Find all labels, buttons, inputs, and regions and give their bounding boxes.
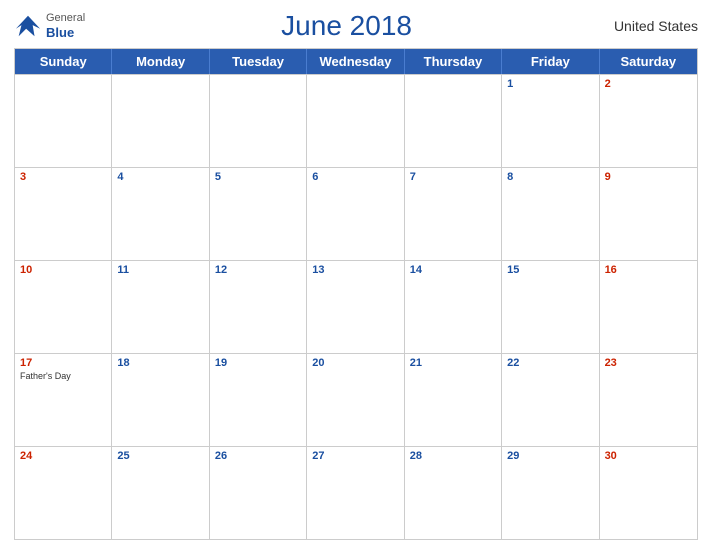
cell-number: 11 [117, 264, 203, 276]
calendar-cell: 23 [600, 354, 697, 446]
week-row-3: 10 11 12 13 14 15 16 [15, 260, 697, 353]
day-headers-row: Sunday Monday Tuesday Wednesday Thursday… [15, 49, 697, 74]
calendar-cell [307, 75, 404, 167]
calendar-cell: 6 [307, 168, 404, 260]
cell-number: 15 [507, 264, 593, 276]
cell-number: 4 [117, 171, 203, 183]
cell-number: 2 [605, 78, 692, 90]
cell-number: 6 [312, 171, 398, 183]
cell-number: 7 [410, 171, 496, 183]
header-thursday: Thursday [405, 49, 502, 74]
calendar-page: General Blue June 2018 United States Sun… [0, 0, 712, 550]
logo-text: General Blue [46, 12, 85, 41]
calendar-cell: 8 [502, 168, 599, 260]
weeks-container: 1234567891011121314151617Father's Day181… [15, 74, 697, 539]
calendar-cell: 24 [15, 447, 112, 539]
cell-number: 17 [20, 357, 106, 369]
calendar-cell: 17 Father's Day [15, 354, 112, 446]
calendar-grid: Sunday Monday Tuesday Wednesday Thursday… [14, 48, 698, 540]
header-monday: Monday [112, 49, 209, 74]
cell-number: 16 [605, 264, 692, 276]
logo-blue: Blue [46, 25, 85, 41]
calendar-cell: 12 [210, 261, 307, 353]
calendar-cell: 4 [112, 168, 209, 260]
calendar-cell: 26 [210, 447, 307, 539]
header-wednesday: Wednesday [307, 49, 404, 74]
cell-number: 18 [117, 357, 203, 369]
cell-number: 25 [117, 450, 203, 462]
cell-number: 13 [312, 264, 398, 276]
cell-number: 27 [312, 450, 398, 462]
cell-number: 22 [507, 357, 593, 369]
header-saturday: Saturday [600, 49, 697, 74]
cell-number: 20 [312, 357, 398, 369]
calendar-cell: 3 [15, 168, 112, 260]
cell-number: 14 [410, 264, 496, 276]
logo-bird-icon [14, 12, 42, 40]
calendar-cell [15, 75, 112, 167]
calendar-cell: 1 [502, 75, 599, 167]
week-row-1: 12 [15, 74, 697, 167]
cell-number: 9 [605, 171, 692, 183]
week-row-2: 3456789 [15, 167, 697, 260]
calendar-cell: 13 [307, 261, 404, 353]
calendar-cell: 15 [502, 261, 599, 353]
header-tuesday: Tuesday [210, 49, 307, 74]
logo: General Blue [14, 12, 85, 41]
header-sunday: Sunday [15, 49, 112, 74]
header: General Blue June 2018 United States [14, 10, 698, 42]
cell-number: 5 [215, 171, 301, 183]
cell-number: 1 [507, 78, 593, 90]
cell-number: 26 [215, 450, 301, 462]
calendar-title: June 2018 [85, 10, 608, 42]
cell-event: Father's Day [20, 371, 106, 381]
cell-number: 21 [410, 357, 496, 369]
country-label: United States [608, 18, 698, 34]
cell-number: 3 [20, 171, 106, 183]
calendar-cell: 9 [600, 168, 697, 260]
header-friday: Friday [502, 49, 599, 74]
calendar-cell: 18 [112, 354, 209, 446]
calendar-cell: 20 [307, 354, 404, 446]
calendar-cell: 28 [405, 447, 502, 539]
calendar-cell: 30 [600, 447, 697, 539]
calendar-cell: 19 [210, 354, 307, 446]
calendar-cell: 25 [112, 447, 209, 539]
cell-number: 23 [605, 357, 692, 369]
week-row-5: 24 25 26 27 28 29 30 [15, 446, 697, 539]
calendar-cell: 27 [307, 447, 404, 539]
calendar-cell: 2 [600, 75, 697, 167]
calendar-cell: 7 [405, 168, 502, 260]
calendar-cell [405, 75, 502, 167]
cell-number: 19 [215, 357, 301, 369]
week-row-4: 17 Father's Day 18 19 20 21 22 23 [15, 353, 697, 446]
calendar-cell: 22 [502, 354, 599, 446]
cell-number: 12 [215, 264, 301, 276]
calendar-cell: 21 [405, 354, 502, 446]
calendar-cell: 5 [210, 168, 307, 260]
cell-number: 28 [410, 450, 496, 462]
calendar-cell: 16 [600, 261, 697, 353]
calendar-cell: 29 [502, 447, 599, 539]
logo-general: General [46, 12, 85, 25]
calendar-cell: 10 [15, 261, 112, 353]
calendar-cell: 11 [112, 261, 209, 353]
calendar-cell: 14 [405, 261, 502, 353]
cell-number: 8 [507, 171, 593, 183]
cell-number: 24 [20, 450, 106, 462]
cell-number: 10 [20, 264, 106, 276]
calendar-cell [210, 75, 307, 167]
calendar-cell [112, 75, 209, 167]
cell-number: 30 [605, 450, 692, 462]
cell-number: 29 [507, 450, 593, 462]
